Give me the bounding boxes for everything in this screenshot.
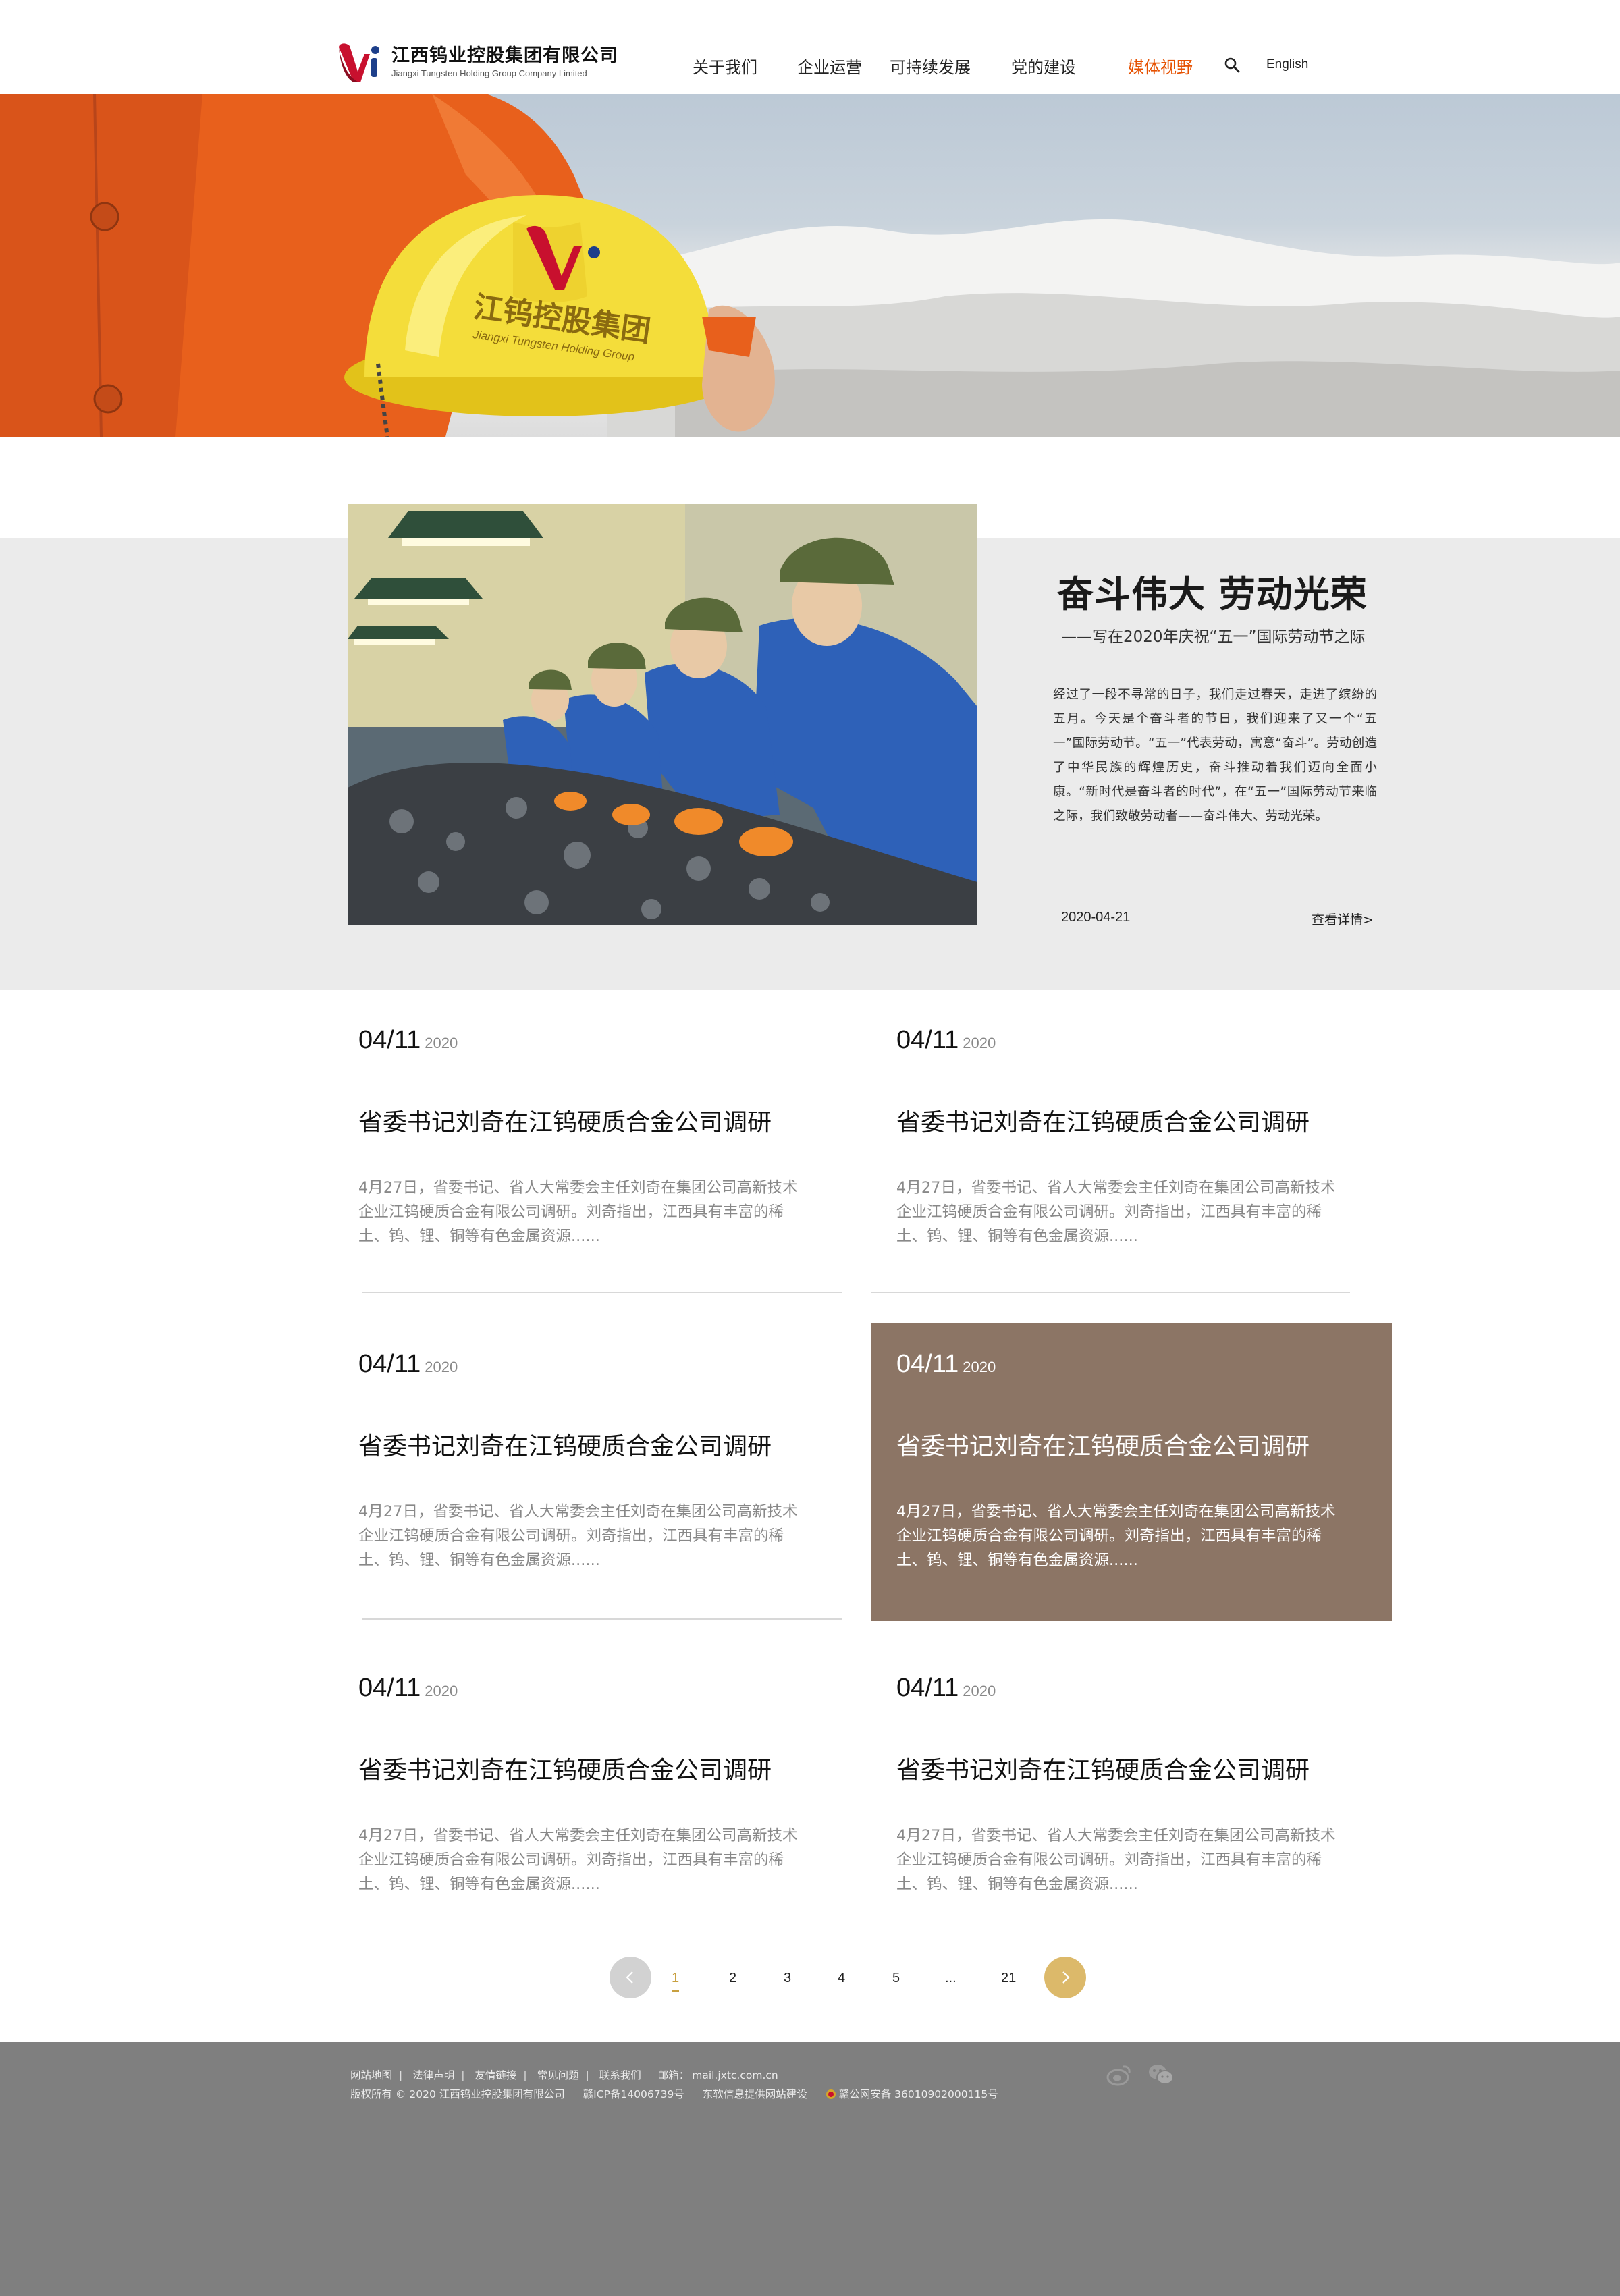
news-date: 04/11 2020 xyxy=(358,1026,458,1055)
chevron-right-icon xyxy=(1062,1971,1070,1984)
workers-sorting-photo xyxy=(348,504,977,925)
police-badge-icon xyxy=(826,2089,836,2099)
news-summary: 4月27日，省委书记、省人大常委会主任刘奇在集团公司高新技术企业江钨硬质合金有限… xyxy=(358,1503,798,1569)
news-title[interactable]: 省委书记刘奇在江钨硬质合金公司调研 xyxy=(358,1103,772,1138)
news-summary: 4月27日，省委书记、省人大常委会主任刘奇在集团公司高新技术企业江钨硬质合金有限… xyxy=(896,1179,1336,1245)
site-footer xyxy=(0,2042,1620,2296)
copyright-text: 版权所有 © 2020 江西钨业控股集团有限公司 xyxy=(350,2088,565,2100)
news-date-month-day: 04/11 xyxy=(358,1026,421,1054)
page-link-3[interactable]: 3 xyxy=(784,1971,791,1986)
footer-separator: | xyxy=(399,2069,403,2081)
news-divider xyxy=(362,1618,842,1620)
news-title[interactable]: 省委书记刘奇在江钨硬质合金公司调研 xyxy=(358,1751,772,1786)
news-card-highlighted[interactable]: 04/11 2020 省委书记刘奇在江钨硬质合金公司调研 4月27日，省委书记、省… xyxy=(871,1323,1392,1621)
news-date-month-day: 04/11 xyxy=(358,1674,421,1702)
nav-item-about[interactable]: 关于我们 xyxy=(693,54,757,78)
logo-name-en: Jiangxi Tungsten Holding Group Company L… xyxy=(392,68,587,78)
news-summary: 4月27日，省委书记、省人大常委会主任刘奇在集团公司高新技术企业江钨硬质合金有限… xyxy=(358,1827,798,1893)
page-ellipsis: ... xyxy=(945,1971,956,1986)
page-link-4[interactable]: 4 xyxy=(838,1971,845,1986)
search-icon[interactable] xyxy=(1223,56,1241,74)
featured-photo[interactable] xyxy=(348,504,977,925)
hero-banner: 江钨控股集团 Jiangxi Tungsten Holding Group xyxy=(0,94,1620,437)
news-card[interactable]: 04/11 2020 省委书记刘奇在江钨硬质合金公司调研 4月27日，省委书记、省… xyxy=(886,1647,1405,1944)
news-card[interactable]: 04/11 2020 省委书记刘奇在江钨硬质合金公司调研 4月27日，省委书记、省… xyxy=(348,1323,867,1620)
nav-item-media[interactable]: 媒体视野 xyxy=(1128,54,1193,78)
police-record-link[interactable]: 赣公网安备 36010902000115号 xyxy=(839,2088,998,2100)
news-title[interactable]: 省委书记刘奇在江钨硬质合金公司调研 xyxy=(896,1103,1310,1138)
news-date-month-day: 04/11 xyxy=(896,1350,959,1378)
news-date-month-day: 04/11 xyxy=(896,1026,959,1054)
nav-item-sustainability[interactable]: 可持续发展 xyxy=(890,54,971,78)
news-date: 04/11 2020 xyxy=(358,1674,458,1703)
featured-title[interactable]: 奋斗伟大 劳动光荣 xyxy=(1057,564,1368,618)
news-date: 04/11 2020 xyxy=(896,1026,996,1055)
wechat-icon[interactable] xyxy=(1148,2062,1174,2087)
news-card[interactable]: 04/11 2020 省委书记刘奇在江钨硬质合金公司调研 4月27日，省委书记、省… xyxy=(348,1647,867,1944)
page-link-21[interactable]: 21 xyxy=(1001,1971,1016,1986)
logo-text: 江西钨业控股集团有限公司 Jiangxi Tungsten Holding Gr… xyxy=(392,45,618,80)
nav-item-operations[interactable]: 企业运营 xyxy=(797,54,862,78)
news-divider xyxy=(871,1292,1350,1293)
news-date-year: 2020 xyxy=(963,1359,996,1375)
page-link-1[interactable]: 1 xyxy=(672,1971,680,1992)
footer-link-legal[interactable]: 法律声明 xyxy=(412,2069,454,2081)
featured-subtitle: ——写在2020年庆祝“五一”国际劳动节之际 xyxy=(1061,628,1366,646)
news-date-year: 2020 xyxy=(425,1035,458,1051)
news-date-year: 2020 xyxy=(963,1035,996,1051)
news-card[interactable]: 04/11 2020 省委书记刘奇在江钨硬质合金公司调研 4月27日，省委书记、省… xyxy=(348,999,867,1296)
news-date-year: 2020 xyxy=(425,1683,458,1699)
prev-page-button[interactable] xyxy=(610,1957,651,1998)
builder-text: 东软信息提供网站建设 xyxy=(702,2088,807,2100)
news-title[interactable]: 省委书记刘奇在江钨硬质合金公司调研 xyxy=(896,1751,1310,1786)
view-details-link[interactable]: 查看详情> xyxy=(1312,910,1374,928)
chevron-left-icon xyxy=(626,1971,633,1984)
featured-date: 2020-04-21 xyxy=(1061,910,1131,925)
site-header: 江西钨业控股集团有限公司 Jiangxi Tungsten Holding Gr… xyxy=(0,0,1620,94)
icp-link[interactable]: 赣ICP备14006739号 xyxy=(583,2088,684,2100)
footer-mail-label: 邮箱： xyxy=(657,2069,690,2081)
news-date: 04/11 2020 xyxy=(358,1350,458,1379)
logo-name-cn: 江西钨业控股集团有限公司 xyxy=(392,45,618,66)
next-page-button[interactable] xyxy=(1044,1957,1086,1998)
news-title[interactable]: 省委书记刘奇在江钨硬质合金公司调研 xyxy=(358,1427,772,1462)
site-logo[interactable]: 江西钨业控股集团有限公司 Jiangxi Tungsten Holding Gr… xyxy=(335,36,639,88)
footer-link-faq[interactable]: 常见问题 xyxy=(537,2069,579,2081)
language-switch[interactable]: English xyxy=(1266,57,1308,72)
nav-item-party-building[interactable]: 党的建设 xyxy=(1011,54,1076,78)
footer-separator: | xyxy=(461,2069,465,2081)
news-date-year: 2020 xyxy=(425,1359,458,1375)
news-divider xyxy=(362,1292,842,1293)
footer-mail-link[interactable]: mail.jxtc.com.cn xyxy=(692,2069,778,2081)
news-card[interactable]: 04/11 2020 省委书记刘奇在江钨硬质合金公司调研 4月27日，省委书记、省… xyxy=(871,999,1405,1296)
news-date-month-day: 04/11 xyxy=(896,1674,959,1702)
news-date: 04/11 2020 xyxy=(896,1350,996,1379)
footer-copyright: 版权所有 © 2020 江西钨业控股集团有限公司 赣ICP备14006739号 … xyxy=(350,2086,998,2101)
news-summary: 4月27日，省委书记、省人大常委会主任刘奇在集团公司高新技术企业江钨硬质合金有限… xyxy=(358,1179,798,1245)
hero-image: 江钨控股集团 Jiangxi Tungsten Holding Group xyxy=(0,94,1620,437)
footer-link-sitemap[interactable]: 网站地图 xyxy=(350,2069,392,2081)
page-link-2[interactable]: 2 xyxy=(729,1971,736,1986)
weibo-icon[interactable] xyxy=(1106,2062,1133,2087)
footer-link-contact[interactable]: 联系我们 xyxy=(599,2069,641,2081)
news-summary: 4月27日，省委书记、省人大常委会主任刘奇在集团公司高新技术企业江钨硬质合金有限… xyxy=(896,1827,1336,1893)
footer-separator: | xyxy=(585,2069,589,2081)
news-summary: 4月27日，省委书记、省人大常委会主任刘奇在集团公司高新技术企业江钨硬质合金有限… xyxy=(896,1503,1336,1569)
news-date: 04/11 2020 xyxy=(896,1674,996,1703)
company-logo-icon xyxy=(339,43,379,82)
footer-separator: | xyxy=(523,2069,527,2081)
news-title[interactable]: 省委书记刘奇在江钨硬质合金公司调研 xyxy=(896,1427,1310,1462)
footer-links: 网站地图 | 法律声明 | 友情链接 | 常见问题 | 联系我们 邮箱： mail.jxt… xyxy=(350,2067,778,2082)
footer-link-friends[interactable]: 友情链接 xyxy=(475,2069,516,2081)
news-date-month-day: 04/11 xyxy=(358,1350,421,1378)
page-link-5[interactable]: 5 xyxy=(892,1971,900,1986)
news-date-year: 2020 xyxy=(963,1683,996,1699)
featured-summary: 经过了一段不寻常的日子，我们走过春天，走进了缤纷的五月。今天是个奋斗者的节日，我… xyxy=(1053,688,1377,823)
